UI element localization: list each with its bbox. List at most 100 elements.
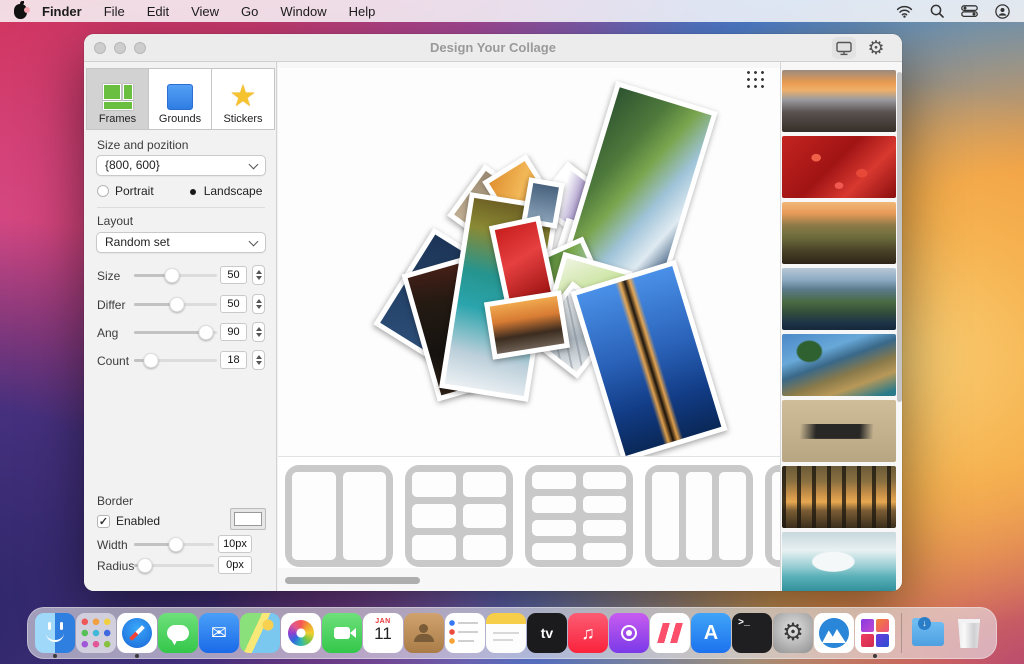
size-dropdown[interactable]: {800, 600} [96, 155, 266, 176]
menu-item-go[interactable]: Go [230, 4, 269, 19]
menu-item-help[interactable]: Help [338, 4, 387, 19]
control-center-icon[interactable] [961, 5, 978, 17]
border-radius-label: Radius [97, 559, 134, 573]
differ-slider-track[interactable] [134, 303, 217, 306]
user-account-icon[interactable] [995, 4, 1010, 19]
ang-slider-thumb[interactable] [199, 325, 214, 340]
thumbnail-strawberries[interactable] [782, 136, 896, 198]
wifi-icon[interactable] [896, 5, 913, 18]
dock-system-preferences[interactable]: ⚙ [773, 613, 813, 653]
dock-facetime[interactable] [322, 613, 362, 653]
border-radius-track[interactable] [134, 564, 214, 567]
dock-finder[interactable] [35, 613, 75, 653]
count-stepper[interactable] [252, 350, 265, 370]
count-slider-label: Count [97, 354, 129, 368]
landscape-radio[interactable] [186, 185, 198, 197]
tab-grounds[interactable]: Grounds [149, 68, 212, 130]
ang-stepper[interactable] [252, 322, 265, 342]
border-width-value[interactable]: 10px [218, 535, 252, 553]
menu-item-finder[interactable]: Finder [31, 4, 93, 19]
dock-terminal[interactable]: >_ [732, 613, 772, 653]
dock-trash[interactable] [949, 613, 989, 653]
dock-mountain-viewer[interactable] [814, 613, 854, 653]
thumbnail-rifle-on-sand[interactable] [782, 400, 896, 462]
thumbnail-sunlit-forest[interactable] [782, 466, 896, 528]
collage-photo-sunset-pier[interactable] [484, 290, 570, 359]
thumbnail-sunset-pier[interactable] [782, 70, 896, 132]
thumbnail-fjord-mountains[interactable] [782, 268, 896, 330]
layout-dropdown-value: Random set [105, 235, 170, 249]
ang-slider-track[interactable] [134, 331, 217, 334]
apple-menu-icon[interactable] [14, 4, 27, 19]
tab-frames[interactable]: Frames [86, 68, 149, 130]
thumbnail-futuristic-architecture[interactable] [782, 532, 896, 591]
dock-safari[interactable] [117, 613, 157, 653]
template-grid-2x3[interactable] [405, 465, 513, 567]
dock-tv[interactable]: tv [527, 613, 567, 653]
collage-photo-night-city[interactable] [570, 260, 727, 456]
dock-app-store[interactable]: A [691, 613, 731, 653]
dock-reminders[interactable] [445, 613, 485, 653]
dock-contacts[interactable] [404, 613, 444, 653]
dock-messages[interactable] [158, 613, 198, 653]
size-slider-track[interactable] [134, 274, 217, 277]
vertical-scrollbar[interactable] [897, 70, 902, 587]
chevron-down-icon [249, 237, 259, 247]
template-two-columns[interactable] [285, 465, 393, 567]
thumbnail-coastal-pine[interactable] [782, 334, 896, 396]
horizontal-scrollbar[interactable] [278, 576, 780, 586]
dock-calendar[interactable]: JAN11 [363, 613, 403, 653]
size-value-field[interactable]: 50 [220, 266, 247, 284]
size-stepper[interactable] [252, 265, 265, 285]
display-toolbar-button[interactable] [832, 37, 856, 59]
dock-launchpad[interactable] [76, 613, 116, 653]
differ-value-field[interactable]: 50 [220, 295, 247, 313]
photo-library-column [780, 62, 902, 591]
dock-podcasts[interactable] [609, 613, 649, 653]
dock-news[interactable] [650, 613, 690, 653]
border-radius-thumb[interactable] [138, 558, 153, 573]
menu-item-view[interactable]: View [180, 4, 230, 19]
count-slider-thumb[interactable] [144, 353, 159, 368]
template-partial-next[interactable] [765, 465, 780, 567]
differ-stepper[interactable] [252, 294, 265, 314]
tab-stickers-label: Stickers [223, 113, 262, 125]
menu-item-file[interactable]: File [93, 4, 136, 19]
dock-photos[interactable] [281, 613, 321, 653]
ang-slider-row: Ang 90 [84, 324, 277, 340]
border-color-well[interactable] [230, 508, 266, 530]
portrait-label: Portrait [115, 184, 154, 198]
dock-maps[interactable] [240, 613, 280, 653]
dock-mail[interactable]: ✉ [199, 613, 239, 653]
vertical-scrollbar-thumb[interactable] [897, 72, 902, 402]
thumbnail-autumn-cliffs[interactable] [782, 202, 896, 264]
template-three-columns[interactable] [645, 465, 753, 567]
dock-collage-app[interactable] [855, 613, 895, 653]
count-value-field[interactable]: 18 [220, 351, 247, 369]
collage-canvas[interactable] [278, 68, 780, 456]
differ-slider-thumb[interactable] [170, 297, 185, 312]
settings-gear-icon[interactable]: ⚙ [864, 37, 888, 59]
size-slider-thumb[interactable] [165, 268, 180, 283]
chevron-down-icon [249, 160, 259, 170]
border-enabled-checkbox[interactable]: ✓ [97, 515, 110, 528]
count-slider-track[interactable] [134, 359, 217, 362]
menu-item-window[interactable]: Window [269, 4, 337, 19]
dock-downloads-folder[interactable]: ↓ [908, 613, 948, 653]
title-bar[interactable]: Design Your Collage ⚙ [84, 34, 902, 62]
layout-template-strip [278, 456, 780, 568]
border-radius-value[interactable]: 0px [218, 556, 252, 574]
dock-notes[interactable] [486, 613, 526, 653]
horizontal-scrollbar-thumb[interactable] [285, 577, 420, 584]
menu-item-edit[interactable]: Edit [136, 4, 180, 19]
border-width-thumb[interactable] [168, 537, 183, 552]
spotlight-search-icon[interactable] [930, 4, 944, 18]
portrait-radio[interactable] [97, 185, 109, 197]
template-grid-2x4[interactable] [525, 465, 633, 567]
drag-dots-handle[interactable] [746, 70, 766, 90]
border-width-track[interactable] [134, 543, 214, 546]
layout-dropdown[interactable]: Random set [96, 232, 266, 253]
ang-value-field[interactable]: 90 [220, 323, 247, 341]
dock-music[interactable]: ♫ [568, 613, 608, 653]
tab-stickers[interactable]: ★ Stickers [212, 68, 275, 130]
